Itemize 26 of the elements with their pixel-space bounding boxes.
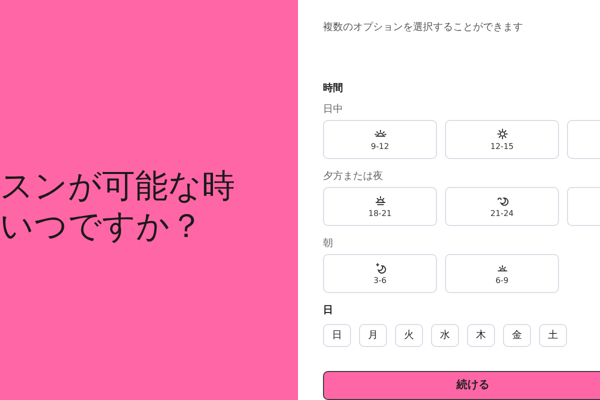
section-title: 日	[323, 304, 334, 318]
group-label: 夕方または夜	[323, 170, 384, 184]
section-title: 時間	[323, 82, 344, 96]
continue-button[interactable]: 続ける	[323, 371, 600, 400]
day-button[interactable]: 月	[359, 324, 387, 347]
sunset-icon	[374, 195, 386, 207]
hint-text: 複数のオプションを選択することができます	[323, 20, 524, 35]
time-option[interactable]: 3-6	[323, 254, 437, 293]
day-button[interactable]: 日	[323, 324, 351, 347]
time-option[interactable]: 9-12	[323, 120, 437, 159]
time-option[interactable]: 18-21	[323, 187, 437, 226]
day-button[interactable]: 木	[467, 324, 495, 347]
time-option[interactable]: 6-9	[445, 254, 559, 293]
heading-line: いつですか？	[0, 206, 204, 246]
heading-line: スンが可能な時	[0, 166, 236, 206]
group-label: 日中	[323, 102, 344, 117]
day-button[interactable]: 水	[431, 324, 459, 347]
sun-icon	[496, 128, 508, 140]
time-option[interactable]: 21-24	[445, 187, 559, 226]
time-option[interactable]: 12-15	[445, 120, 559, 159]
day-button[interactable]: 火	[395, 324, 423, 347]
day-button[interactable]: 土	[539, 324, 567, 347]
moon-icon	[496, 195, 508, 207]
group-label: 朝	[323, 236, 334, 251]
day-button[interactable]: 金	[503, 324, 531, 347]
moon-icon	[374, 262, 386, 274]
